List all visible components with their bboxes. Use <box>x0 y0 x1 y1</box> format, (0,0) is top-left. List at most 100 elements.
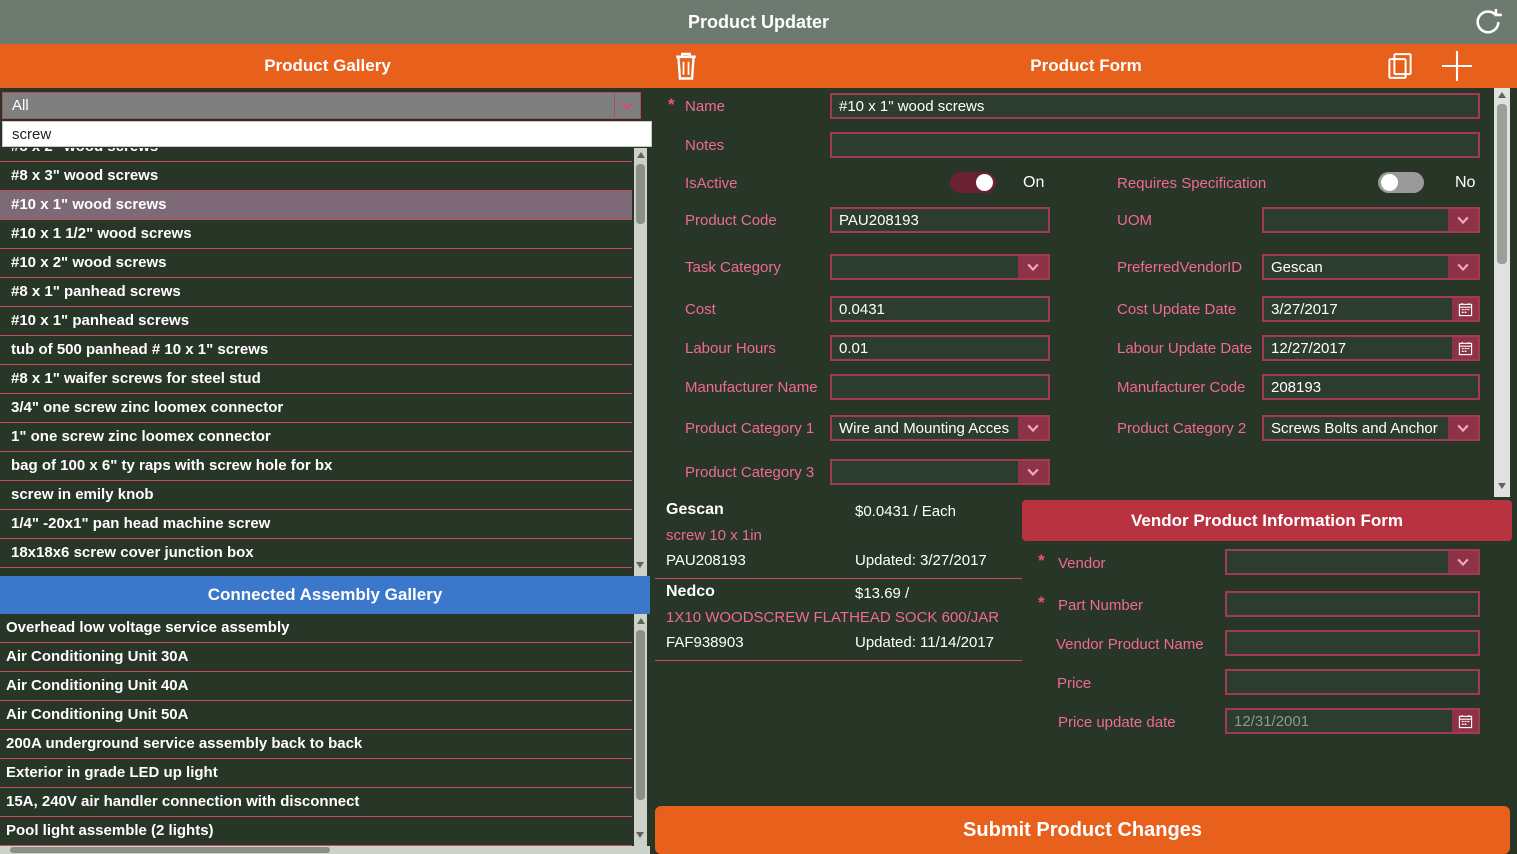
labour-update-date-field[interactable]: 12/27/2017 <box>1262 335 1480 361</box>
gallery-filter-dropdown[interactable]: All <box>2 92 641 119</box>
copy-product-button[interactable] <box>1385 51 1415 98</box>
vendor-product-name-input[interactable] <box>1225 630 1480 656</box>
product-form-header: Product Form <box>655 44 1517 88</box>
gallery-filter-value: All <box>12 97 29 114</box>
scrollbar-thumb[interactable] <box>636 164 645 224</box>
isactive-toggle[interactable] <box>950 172 996 193</box>
vendor-dropdown[interactable] <box>1225 549 1480 575</box>
scroll-down-icon[interactable] <box>636 832 644 838</box>
manufacturer-code-input[interactable] <box>1262 374 1480 400</box>
assembly-list-item[interactable]: Air Conditioning Unit 50A <box>0 701 632 730</box>
assembly-list-item[interactable]: 15A, 240V air handler connection with di… <box>0 788 632 817</box>
scroll-down-icon[interactable] <box>636 562 644 568</box>
calendar-icon[interactable] <box>1452 337 1478 359</box>
product-list-item-selected[interactable]: #10 x 1" wood screws <box>0 191 632 220</box>
price-input[interactable] <box>1225 669 1480 695</box>
assembly-list: Overhead low voltage service assembly Ai… <box>0 614 655 846</box>
titlebar: Product Updater <box>0 0 1517 44</box>
cost-input[interactable] <box>830 296 1050 322</box>
assembly-gallery-title: Connected Assembly Gallery <box>208 585 443 604</box>
chevron-down-icon[interactable] <box>1018 417 1048 439</box>
price-label: Price <box>1057 675 1091 692</box>
calendar-icon[interactable] <box>1452 710 1478 732</box>
assembly-list-item[interactable]: Air Conditioning Unit 30A <box>0 643 632 672</box>
product-list-item[interactable]: 18x18x6 screw cover junction box <box>0 539 632 568</box>
horizontal-scrollbar[interactable] <box>0 846 650 854</box>
isactive-label: IsActive <box>685 175 738 192</box>
product-code-label: Product Code <box>685 212 777 229</box>
labour-hours-input[interactable] <box>830 335 1050 361</box>
chevron-down-icon[interactable] <box>1448 209 1478 231</box>
scroll-up-icon[interactable] <box>1498 92 1506 98</box>
notes-input[interactable] <box>830 132 1480 158</box>
product-list-item[interactable]: #10 x 1" panhead screws <box>0 307 632 336</box>
cost-label: Cost <box>685 301 716 318</box>
name-label: Name <box>685 98 725 115</box>
gallery-search-input[interactable] <box>2 121 652 147</box>
left-panel: Product Gallery All #8 x 2" wood screws … <box>0 44 655 854</box>
preferred-vendor-dropdown[interactable]: Gescan <box>1262 254 1480 280</box>
required-marker: * <box>1038 551 1045 571</box>
product-list-item[interactable]: #8 x 1" waifer screws for steel stud <box>0 365 632 394</box>
product-form-body: * Name Notes IsActive On Requires Specif… <box>655 88 1517 497</box>
product-list-item[interactable]: #8 x 2" wood screws <box>0 148 632 162</box>
part-number-input[interactable] <box>1225 591 1480 617</box>
chevron-down-icon[interactable] <box>1018 461 1048 483</box>
product-list-item[interactable]: 3/4" one screw zinc loomex connector <box>0 394 632 423</box>
name-input[interactable] <box>830 93 1480 119</box>
product-list-item[interactable]: #8 x 3" wood screws <box>0 162 632 191</box>
uom-dropdown[interactable] <box>1262 207 1480 233</box>
product-list-scrollbar[interactable] <box>634 148 647 576</box>
assembly-list-item[interactable]: Air Conditioning Unit 40A <box>0 672 632 701</box>
chevron-down-icon[interactable] <box>1448 256 1478 278</box>
product-list-inner: #8 x 2" wood screws #8 x 3" wood screws … <box>0 148 655 568</box>
product-category-2-dropdown[interactable]: Screws Bolts and Anchor <box>1262 415 1480 441</box>
product-list-item[interactable]: 1/4" -20x1" pan head machine screw <box>0 510 632 539</box>
scroll-up-icon[interactable] <box>637 618 645 624</box>
product-list-item[interactable]: screw in emily knob <box>0 481 632 510</box>
assembly-gallery-header: Connected Assembly Gallery <box>0 576 650 614</box>
price-update-date-label: Price update date <box>1058 714 1176 731</box>
isactive-state: On <box>1023 174 1044 192</box>
product-list-item[interactable]: tub of 500 panhead # 10 x 1" screws <box>0 336 632 365</box>
task-category-dropdown[interactable] <box>830 254 1050 280</box>
delete-product-button[interactable] <box>673 50 699 98</box>
product-category-1-dropdown[interactable]: Wire and Mounting Acces <box>830 415 1050 441</box>
chevron-down-icon[interactable] <box>1448 417 1478 439</box>
scrollbar-thumb[interactable] <box>1497 104 1507 264</box>
requires-spec-toggle[interactable] <box>1378 172 1424 193</box>
assembly-list-scrollbar[interactable] <box>634 614 647 846</box>
product-list-item[interactable]: bag of 100 x 6" ty raps with screw hole … <box>0 452 632 481</box>
product-list-item[interactable]: 1" one screw zinc loomex connector <box>0 423 632 452</box>
submit-button[interactable]: Submit Product Changes <box>655 806 1510 854</box>
refresh-button[interactable] <box>1471 5 1505 39</box>
product-list-item[interactable]: #10 x 1 1/2" wood screws <box>0 220 632 249</box>
product-category-3-dropdown[interactable] <box>830 459 1050 485</box>
product-list-item[interactable]: #8 x 1" panhead screws <box>0 278 632 307</box>
assembly-list-item[interactable]: Overhead low voltage service assembly <box>0 614 632 643</box>
scroll-up-icon[interactable] <box>637 152 645 158</box>
scrollbar-thumb[interactable] <box>10 847 330 853</box>
scrollbar-thumb[interactable] <box>636 630 645 800</box>
form-scrollbar[interactable] <box>1494 88 1510 497</box>
product-code-input[interactable] <box>830 207 1050 233</box>
chevron-down-icon[interactable] <box>614 94 639 117</box>
chevron-down-icon[interactable] <box>1448 551 1478 573</box>
chevron-down-icon[interactable] <box>1018 256 1048 278</box>
assembly-list-item[interactable]: 200A underground service assembly back t… <box>0 730 632 759</box>
product-list-item[interactable]: #10 x 2" wood screws <box>0 249 632 278</box>
price-update-date-field[interactable] <box>1225 708 1480 734</box>
manufacturer-name-input[interactable] <box>830 374 1050 400</box>
scroll-down-icon[interactable] <box>1498 483 1506 489</box>
assembly-list-item[interactable]: Exterior in grade LED up light <box>0 759 632 788</box>
add-product-button[interactable] <box>1439 48 1475 101</box>
vendor-label: Vendor <box>1058 555 1106 572</box>
price-update-date-input[interactable] <box>1234 713 1450 730</box>
vendor-price: $0.0431 / Each <box>855 503 956 520</box>
required-marker: * <box>1038 593 1045 613</box>
trash-icon <box>673 66 699 85</box>
vendor-product-name-label: Vendor Product Name <box>1056 636 1204 653</box>
cost-update-date-field[interactable]: 3/27/2017 <box>1262 296 1480 322</box>
assembly-list-item[interactable]: Pool light assemble (2 lights) <box>0 817 632 846</box>
calendar-icon[interactable] <box>1452 298 1478 320</box>
